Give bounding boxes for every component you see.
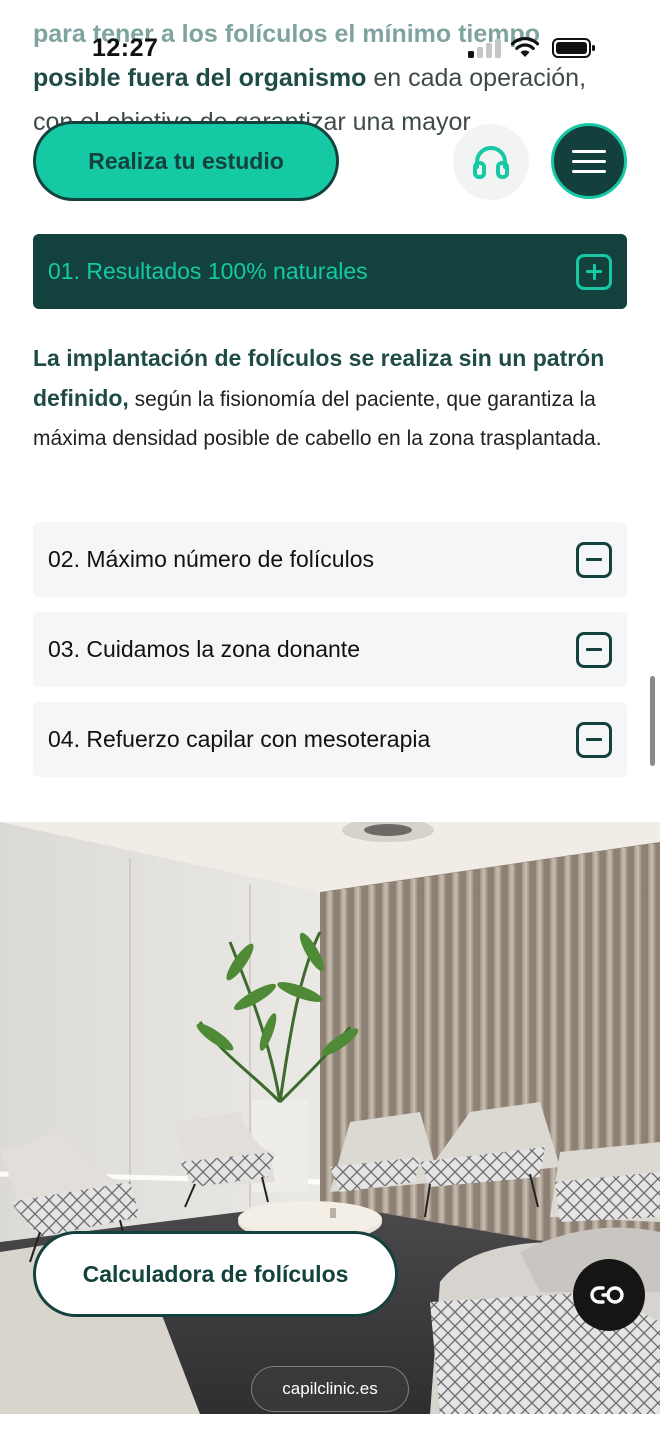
chat-button[interactable] [573,1259,645,1331]
realiza-estudio-button[interactable]: Realiza tu estudio [33,121,339,201]
accordion-item-label: 04. Refuerzo capilar con mesoterapia [48,726,431,752]
menu-line [572,159,606,163]
wifi-icon [510,36,540,57]
accordion-item-label: 01. Resultados 100% naturales [48,258,368,284]
cellular-signal-icon [468,38,502,58]
menu-line [572,169,606,173]
status-bar: 12:27 [0,0,660,66]
status-time: 12:27 [92,34,159,62]
accordion-body-text: La implantación de folículos se realiza … [33,339,633,458]
accordion-item-label: 02. Máximo número de folículos [48,546,374,572]
expand-plus-icon[interactable] [576,253,612,290]
accordion-item-maximo-foliculos[interactable]: 02. Máximo número de folículos [33,522,627,597]
accordion-item-mesoterapia[interactable]: 04. Refuerzo capilar con mesoterapia [33,702,627,777]
battery-icon [552,38,595,58]
sticky-header: Realiza tu estudio [0,118,660,206]
hamburger-menu-button[interactable] [551,123,627,199]
page-scrollbar[interactable] [650,676,655,766]
bottom-safe-area [0,1414,660,1434]
browser-url-pill[interactable]: capilclinic.es [251,1366,409,1412]
collapse-minus-icon[interactable] [576,541,612,578]
intro-line-2-rest: en cada operación, [366,64,587,92]
support-button[interactable] [453,124,529,200]
collapse-minus-icon[interactable] [576,631,612,668]
headset-icon [473,146,509,179]
accordion-item-resultados[interactable]: 01. Resultados 100% naturales [33,234,627,309]
accordion-item-zona-donante[interactable]: 03. Cuidamos la zona donante [33,612,627,687]
calculadora-foliculos-button[interactable]: Calculadora de folículos [33,1231,398,1317]
menu-line [572,149,606,153]
intro-line-2-bold: posible fuera del organismo [33,64,367,92]
collapse-minus-icon[interactable] [576,721,612,758]
clinic-waiting-room-photo [0,822,660,1414]
accordion-item-label: 03. Cuidamos la zona donante [48,636,360,662]
chat-link-icon [590,1286,624,1304]
